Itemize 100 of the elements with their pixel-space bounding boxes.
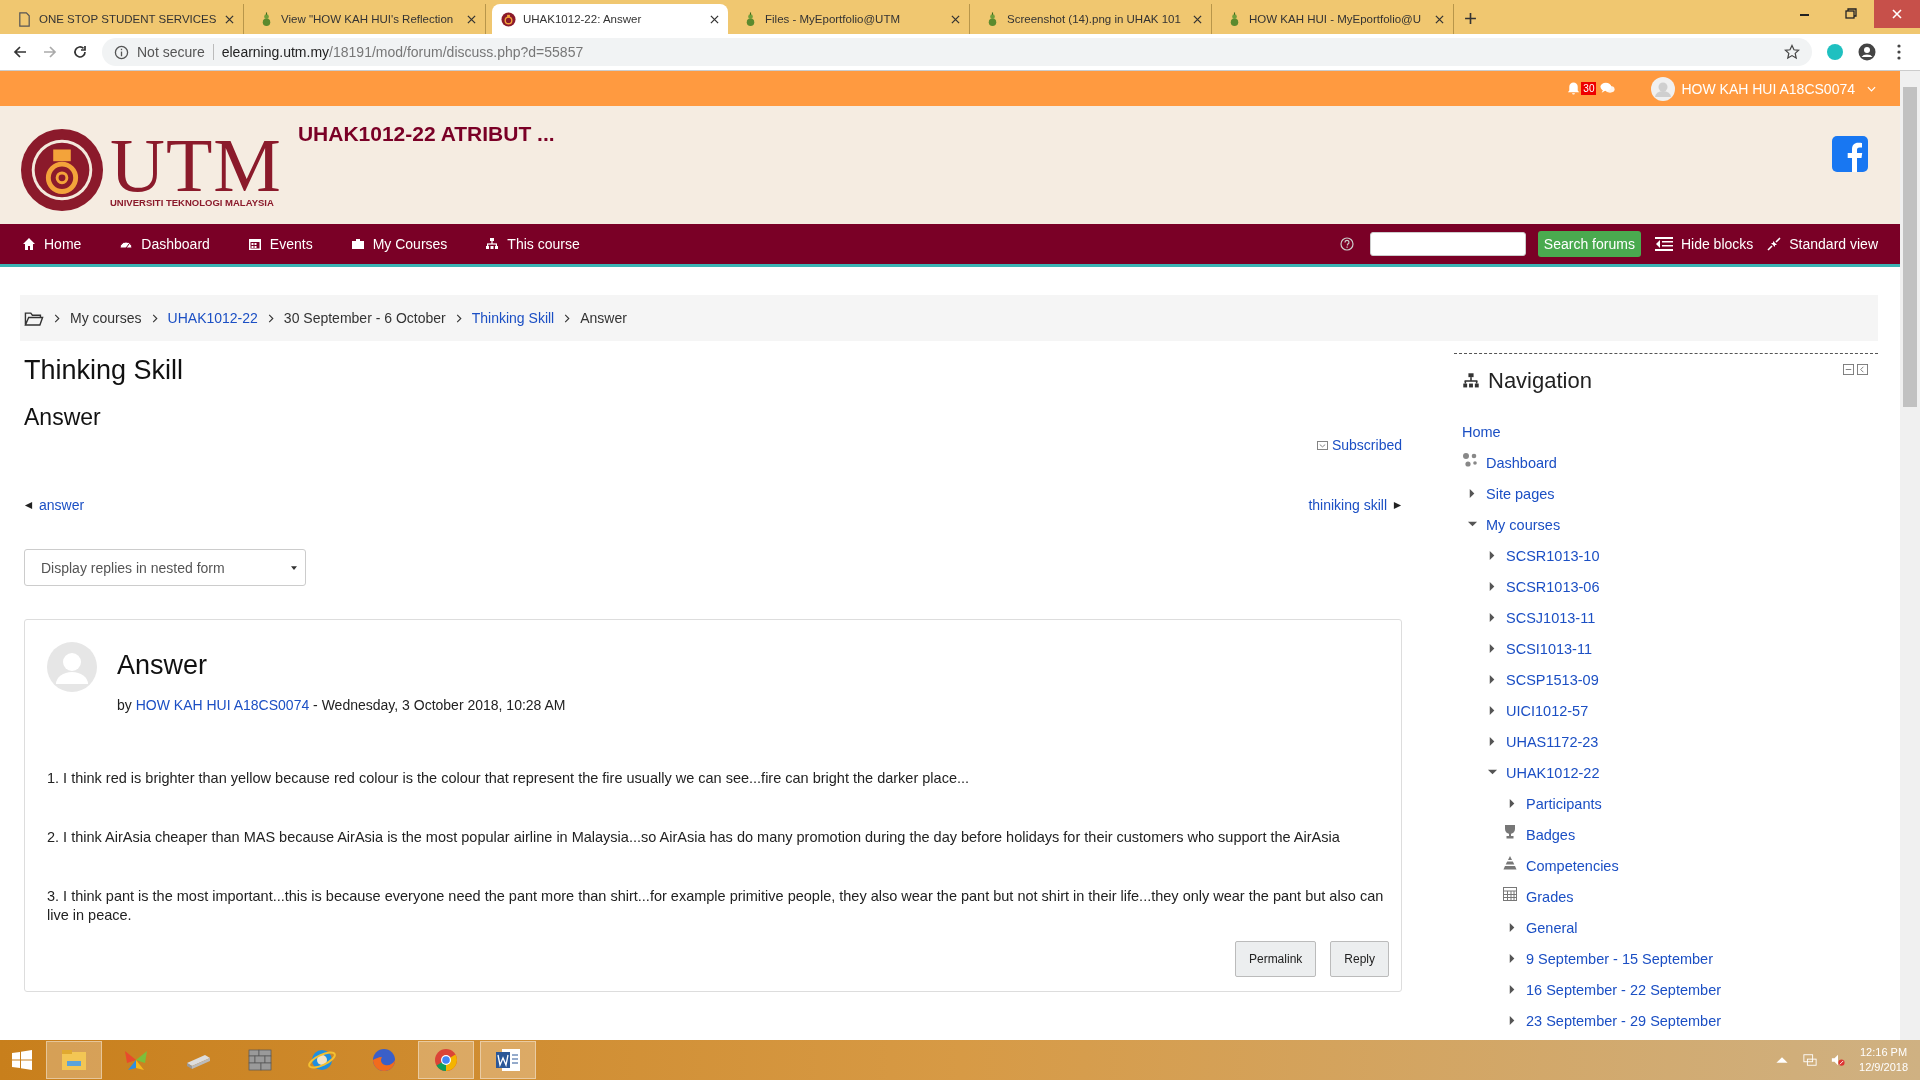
page-icon xyxy=(17,11,32,27)
logo-subtitle: UNIVERSITI TEKNOLOGI MALAYSIA xyxy=(110,196,275,208)
navigation-link[interactable]: SCSI1013-11 xyxy=(1506,640,1592,657)
windows-icon[interactable] xyxy=(12,1050,32,1070)
collapse-icon[interactable] xyxy=(1843,364,1854,375)
security-label: Not secure xyxy=(137,44,214,60)
chevron-icon xyxy=(54,313,60,323)
muted-speaker-icon[interactable] xyxy=(1831,1053,1846,1067)
previous-discussion-link[interactable]: answer xyxy=(24,497,85,513)
clock-date: 12/9/2018 xyxy=(1859,1060,1908,1075)
next-discussion-link[interactable]: thiniking skill xyxy=(1308,497,1402,513)
navigation-link[interactable]: 16 September - 22 September xyxy=(1526,981,1722,998)
display-mode-dropdown[interactable]: Display replies in nested form xyxy=(24,549,306,586)
close-icon[interactable] xyxy=(225,14,234,24)
navigation-link[interactable]: UHAS1172-23 xyxy=(1506,733,1599,750)
search-field[interactable] xyxy=(1369,232,1526,256)
close-icon[interactable] xyxy=(951,14,960,24)
breadcrumb-text: 30 September - 6 October xyxy=(283,310,446,326)
breadcrumb-text: Answer xyxy=(580,310,627,326)
sitemap-icon xyxy=(485,237,500,251)
navigation-link[interactable]: SCSP1513-09 xyxy=(1506,671,1599,688)
navigation-link[interactable]: SCSJ1013-11 xyxy=(1506,609,1596,626)
block-title: Navigation xyxy=(1488,368,1592,394)
chevron-icon xyxy=(267,313,274,323)
logo-wordmark: UTM xyxy=(110,132,282,197)
close-icon[interactable] xyxy=(710,14,719,24)
folder-icon[interactable] xyxy=(24,310,44,326)
trophy-icon xyxy=(1502,823,1518,840)
navigation-link[interactable]: 23 September - 29 September xyxy=(1526,1012,1722,1029)
navigation-link[interactable]: UICI1012-57 xyxy=(1506,702,1589,719)
account-icon[interactable] xyxy=(1858,43,1876,61)
navigation-link[interactable]: SCSR1013-10 xyxy=(1506,547,1600,564)
post-byline: by HOW KAH HUI A18CS0074 - Wednesday, 3 October 2018, 10:28 AM xyxy=(117,697,566,713)
bell-icon[interactable] xyxy=(1566,81,1582,96)
navigation-link[interactable]: Competencies xyxy=(1526,857,1619,874)
hide-blocks-link[interactable]: Hide blocks xyxy=(1654,236,1754,252)
caret-icon xyxy=(1867,85,1876,92)
close-icon[interactable] xyxy=(1435,14,1444,24)
facebook-icon[interactable] xyxy=(1832,136,1868,172)
compress-arrows-icon xyxy=(1767,237,1782,251)
course-title: UHAK1012-22 ATRIBUT ... xyxy=(297,122,555,146)
navigation-link[interactable]: Badges xyxy=(1526,826,1576,843)
caret-icon xyxy=(291,565,297,570)
avatar-icon xyxy=(1651,76,1676,101)
author-link[interactable]: HOW KAH HUI A18CS0074 xyxy=(135,697,310,713)
close-icon[interactable] xyxy=(467,14,476,24)
reload-icon[interactable] xyxy=(72,44,88,60)
emblem-icon xyxy=(501,11,516,27)
breadcrumb-link[interactable]: UHAK1012-22 xyxy=(167,310,258,326)
table-icon xyxy=(1502,885,1518,902)
navigation-link[interactable]: UHAK1012-22 xyxy=(1506,764,1600,781)
subscribed-link[interactable]: Subscribed xyxy=(1316,437,1402,453)
new-tab-icon[interactable] xyxy=(1464,12,1477,25)
navigation-link[interactable]: Dashboard xyxy=(1486,454,1557,471)
navigation-link[interactable]: My courses xyxy=(1486,516,1561,533)
breadcrumb-text: My courses xyxy=(70,310,142,326)
navigation-link[interactable]: SCSR1013-06 xyxy=(1506,578,1600,595)
sitemap-icon xyxy=(1462,372,1480,390)
url-text: elearning.utm.my/18191/mod/forum/discuss.php?d=55857 xyxy=(221,44,584,60)
close-icon[interactable] xyxy=(1193,14,1202,24)
envelope-icon xyxy=(1316,440,1328,450)
chevron-icon xyxy=(564,313,571,323)
browser-tab[interactable]: UHAK1012-22: Answer xyxy=(492,4,728,34)
address-field[interactable]: Not secure elearning.utm.my/18191/mod/forum/discuss.php?d=55857 xyxy=(102,38,1812,66)
home-icon xyxy=(22,237,36,251)
emblem-logo-icon xyxy=(20,128,104,212)
chevron-icon xyxy=(151,313,158,323)
navigation-link[interactable]: General xyxy=(1526,919,1578,936)
nav-link[interactable]: Home xyxy=(22,236,82,252)
standard-view-link[interactable]: Standard view xyxy=(1767,236,1878,252)
briefcase-icon xyxy=(350,237,365,251)
navigation-link[interactable]: Grades xyxy=(1526,888,1574,905)
help-icon[interactable] xyxy=(1339,237,1354,251)
nav-link[interactable]: My Courses xyxy=(350,236,448,252)
nav-link[interactable]: This course xyxy=(485,236,580,252)
right-triangle-icon xyxy=(1393,500,1402,510)
calendar-icon xyxy=(247,237,262,251)
navigation-link[interactable]: Participants xyxy=(1526,795,1602,812)
avatar-icon xyxy=(47,642,97,692)
dots-icon xyxy=(1462,451,1478,468)
post-action-button[interactable]: Reply xyxy=(1330,941,1389,977)
scrollbar[interactable] xyxy=(1900,71,1920,1040)
back-arrow-icon[interactable] xyxy=(12,44,28,60)
navigation-link[interactable]: 9 September - 15 September xyxy=(1526,950,1713,967)
dock-icon[interactable] xyxy=(1857,364,1868,375)
nav-link[interactable]: Dashboard xyxy=(119,236,210,252)
post-paragraph: 1. I think red is brighter than yellow because red colour is the colour that represent the fire usually we can see...fire can bright the darker place... xyxy=(47,769,971,788)
navigation-link[interactable]: Home xyxy=(1462,423,1501,440)
notification-count: 30 xyxy=(1581,82,1597,95)
post-title: Answer xyxy=(117,650,209,681)
page-title: Thinking Skill xyxy=(24,355,185,386)
chevron-icon xyxy=(455,313,462,323)
nav-link[interactable]: Events xyxy=(247,236,313,252)
navigation-link[interactable]: Site pages xyxy=(1486,485,1555,502)
info-icon[interactable] xyxy=(114,44,129,60)
post-action-button[interactable]: Permalink xyxy=(1234,941,1317,977)
post-paragraph: 3. I think pant is the most important...this is because everyone need the pant more than shirt...for example primitive people, they also wear the pant but not shirt in their life...they only wear the pant but also can live in peace. xyxy=(47,887,1385,925)
left-triangle-icon xyxy=(24,500,33,510)
breadcrumb-link[interactable]: Thinking Skill xyxy=(471,310,555,326)
star-icon[interactable] xyxy=(1784,44,1800,60)
